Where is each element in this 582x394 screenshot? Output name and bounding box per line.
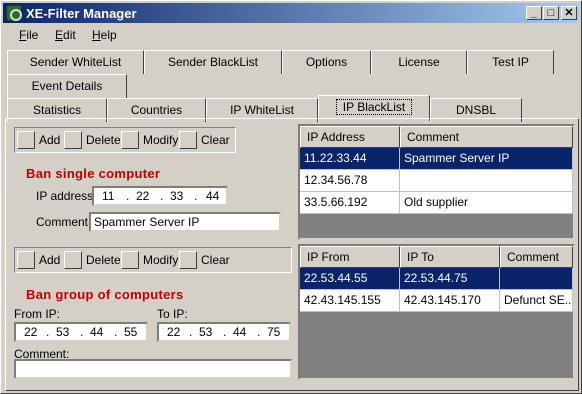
button-label: Clear [201, 253, 230, 267]
table-cell: Defunct SE... [500, 290, 573, 312]
table-cell: 42.43.145.155 [300, 290, 400, 312]
menu-edit[interactable]: Edit [55, 28, 76, 42]
add-icon [17, 131, 35, 149]
tab-label: License [398, 55, 440, 69]
column-header[interactable]: Comment [500, 246, 573, 268]
clear-icon [179, 251, 197, 269]
tab-label: Sender BlackList [167, 55, 259, 69]
tab-label: Test IP [492, 55, 529, 69]
ip-octet: 44 [206, 189, 220, 203]
modify-single-button[interactable]: Modify [121, 130, 181, 150]
table-cell: 22.53.44.75 [400, 268, 500, 290]
tab-label: Countries [130, 103, 183, 117]
to-ip-field[interactable]: 22 . 53 . 44 . 75 [157, 322, 291, 342]
table-cell: Old supplier [400, 192, 573, 214]
tab-label: Statistics [32, 103, 81, 117]
ip-blacklist-panel: Add Delete Modify Clear Ban single compu… [5, 118, 579, 391]
column-header[interactable]: IP Address [300, 126, 400, 148]
add-group-button[interactable]: Add [17, 250, 67, 270]
ip-octet: 11 [102, 189, 115, 203]
delete-group-button[interactable]: Delete [64, 250, 124, 270]
tab-label: DNSBL [455, 103, 496, 117]
maximize-button[interactable]: □ [543, 6, 559, 20]
tab-sender-blacklist[interactable]: Sender BlackList [144, 50, 282, 74]
add-single-button[interactable]: Add [17, 130, 67, 150]
ip-address-label: IP address: [36, 189, 97, 203]
delete-single-button[interactable]: Delete [64, 130, 124, 150]
clear-group-button[interactable]: Clear [179, 250, 230, 270]
tab-label: IP BlackList [335, 99, 413, 115]
column-header[interactable]: IP To [400, 246, 500, 268]
ip-octet: 44 [90, 325, 104, 339]
app-window: XE-Filter Manager _ □ ✕ File Edit Help S… [0, 0, 582, 394]
title-bar[interactable]: XE-Filter Manager _ □ ✕ [3, 3, 579, 23]
tab-label: IP WhiteList [230, 103, 294, 117]
tab-label: Event Details [31, 79, 103, 93]
tab-label: Options [305, 55, 348, 69]
button-label: Add [39, 253, 61, 267]
single-ip-table[interactable]: IP Address Comment 11.22.33.44 Spammer S… [298, 124, 575, 240]
tab-license[interactable]: License [371, 50, 467, 74]
from-ip-label: From IP: [14, 307, 61, 321]
button-label: Add [39, 133, 61, 147]
tab-test-ip[interactable]: Test IP [467, 50, 554, 74]
table-cell: Spammer Server IP [400, 148, 573, 170]
modify-group-button[interactable]: Modify [121, 250, 181, 270]
close-button[interactable]: ✕ [561, 6, 577, 20]
tab-label: Sender WhiteList [29, 55, 122, 69]
tab-sender-whitelist[interactable]: Sender WhiteList [7, 50, 144, 74]
single-section-title: Ban single computer [26, 166, 161, 181]
column-header[interactable]: Comment [400, 126, 573, 148]
table-cell: 11.22.33.44 [300, 148, 400, 170]
ip-octet: 22 [24, 325, 38, 339]
window-title: XE-Filter Manager [26, 6, 137, 21]
ip-octet: 53 [56, 325, 70, 339]
tab-event-details[interactable]: Event Details [7, 74, 127, 98]
ip-octet: 53 [199, 325, 213, 339]
button-label: Modify [143, 133, 179, 147]
menu-bar: File Edit Help [3, 25, 579, 45]
delete-icon [64, 131, 82, 149]
ip-octet: 44 [233, 325, 247, 339]
button-label: Delete [86, 253, 121, 267]
ip-octet: 22 [136, 189, 150, 203]
tab-options[interactable]: Options [282, 50, 371, 74]
table-cell [500, 268, 573, 290]
column-header[interactable]: IP From [300, 246, 400, 268]
ip-octet: 75 [267, 325, 281, 339]
clear-single-button[interactable]: Clear [179, 130, 230, 150]
menu-file[interactable]: File [19, 28, 38, 42]
modify-icon [121, 251, 139, 269]
table-cell: 22.53.44.55 [300, 268, 400, 290]
menu-help[interactable]: Help [92, 28, 117, 42]
ip-octet: 55 [124, 325, 138, 339]
table-cell: 42.43.145.170 [400, 290, 500, 312]
to-ip-label: To IP: [157, 307, 188, 321]
table-cell [400, 170, 573, 192]
delete-icon [64, 251, 82, 269]
table-cell: 33.5.66.192 [300, 192, 400, 214]
table-cell: 12.34.56.78 [300, 170, 400, 192]
button-label: Clear [201, 133, 230, 147]
ip-octet: 33 [170, 189, 184, 203]
modify-icon [121, 131, 139, 149]
ip-range-table[interactable]: IP From IP To Comment 22.53.44.55 22.53.… [298, 244, 575, 380]
ip-address-field[interactable]: 11 . 22 . 33 . 44 [92, 186, 228, 206]
add-icon [17, 251, 35, 269]
group-section-title: Ban group of computers [26, 287, 184, 302]
minimize-button[interactable]: _ [526, 6, 542, 20]
clear-icon [179, 131, 197, 149]
comment-label: Comment: [36, 215, 92, 229]
button-label: Delete [86, 133, 121, 147]
from-ip-field[interactable]: 22 . 53 . 44 . 55 [14, 322, 148, 342]
group-comment-field[interactable] [14, 359, 292, 379]
app-icon [6, 5, 22, 21]
button-label: Modify [143, 253, 179, 267]
ip-octet: 22 [167, 325, 181, 339]
comment-field[interactable]: Spammer Server IP [89, 212, 281, 232]
